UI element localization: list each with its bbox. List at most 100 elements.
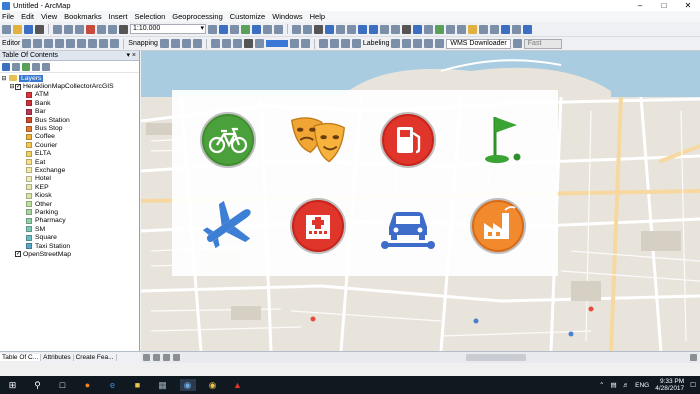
label-manager-icon[interactable] [391,39,401,48]
layer-item[interactable]: Hotel [0,175,139,183]
layer-item[interactable]: ELTA [0,150,139,158]
catalog-icon[interactable] [230,24,239,34]
menu-insert[interactable]: Insert [109,12,128,21]
minimize-icon[interactable]: – [628,0,652,11]
list-by-selection-icon[interactable] [32,62,40,71]
layer-symbol-swatch[interactable] [26,100,32,107]
python-icon[interactable] [263,24,272,34]
print-icon[interactable] [35,24,44,34]
layout-view-icon[interactable] [153,354,160,361]
undo-icon[interactable] [97,24,106,34]
pan-icon[interactable] [314,24,323,34]
layer-symbol-swatch[interactable] [26,133,32,140]
text-icon[interactable] [243,39,253,48]
attributes-icon[interactable] [88,39,98,48]
layer-symbol-swatch[interactable] [26,125,32,132]
cut-icon[interactable] [53,24,62,34]
sketch-tool-icon[interactable] [55,39,65,48]
tab-table-of-contents[interactable]: Table Of C... [0,354,42,361]
layer-symbol-swatch[interactable] [26,226,32,233]
basemap-visibility-checkbox[interactable]: ✓ [15,251,21,258]
tab-create-features[interactable]: Create Fea... [74,354,117,361]
layer-item[interactable]: Taxi Station [0,242,139,250]
rectify-icon[interactable] [340,39,350,48]
end-snapping-icon[interactable] [170,39,180,48]
open-icon[interactable] [13,24,22,34]
layer-item[interactable]: Exchange [0,166,139,174]
collapse-icon[interactable]: ⊟ [1,75,7,82]
new-document-icon[interactable] [2,24,11,34]
vertex-snapping-icon[interactable] [181,39,191,48]
zoom-in-icon[interactable] [292,24,301,34]
view-unplaced-icon[interactable] [424,39,434,48]
volume-icon[interactable]: ♬ [623,382,630,389]
swipe-icon[interactable] [512,24,521,34]
layer-symbol-swatch[interactable] [26,201,32,208]
layer-symbol-swatch[interactable] [26,243,32,249]
edge-snapping-icon[interactable] [192,39,202,48]
layer-icon[interactable] [329,39,339,48]
layer-symbol-swatch[interactable] [26,184,32,191]
viewer-window-icon[interactable] [501,24,510,34]
sketch-properties-icon[interactable] [99,39,109,48]
clock[interactable]: 9:33 PM 4/28/2017 [655,378,684,392]
wms-downloader-dropdown[interactable]: WMS Downloader [446,38,511,49]
fixed-zoom-out-icon[interactable] [347,24,356,34]
menu-help[interactable]: Help [310,12,325,21]
add-data-icon[interactable] [119,24,128,34]
layers-root[interactable]: ⊟ Layers [0,74,139,82]
find-route-icon[interactable] [435,24,444,34]
lock-labels-icon[interactable] [402,39,412,48]
layer-group[interactable]: ⊟ ✓ HeraklionMapCollectorArcGIS [0,82,139,90]
layer-symbol-swatch[interactable] [26,217,32,224]
go-to-xy-icon[interactable] [446,24,455,34]
data-view-icon[interactable] [143,354,150,361]
rotate-tool-icon[interactable] [77,39,87,48]
file-explorer-icon[interactable]: ■ [130,379,146,391]
arcmap-taskbar-icon[interactable]: ◉ [179,379,196,391]
edit-tool-icon[interactable] [22,39,32,48]
search-icon[interactable] [241,24,250,34]
layer-symbol-swatch[interactable] [26,175,32,182]
pause-drawing-icon[interactable] [173,354,180,361]
layer-symbol-swatch[interactable] [26,209,32,216]
menu-view[interactable]: View [41,12,57,21]
tab-attributes[interactable]: Attributes [41,354,74,361]
layer-item[interactable]: KEP [0,183,139,191]
basemap-layer[interactable]: ✓ OpenStreetMap [0,250,139,258]
layer-group-label[interactable]: HeraklionMapCollectorArcGIS [23,83,114,90]
layers-root-label[interactable]: Layers [19,74,44,82]
toc-options-icon[interactable] [42,62,50,71]
time-slider-icon[interactable] [490,24,499,34]
create-features-icon[interactable] [110,39,120,48]
model-builder-icon[interactable] [274,24,283,34]
layer-symbol-swatch[interactable] [26,192,32,199]
task-view-icon[interactable]: □ [55,379,71,391]
basemap-label[interactable]: OpenStreetMap [23,251,71,258]
font-icon[interactable] [254,39,264,48]
georeferencing-icon[interactable] [318,39,328,48]
layer-symbol-swatch[interactable] [26,150,32,157]
layer-item[interactable]: Bar [0,108,139,116]
forward-extent-icon[interactable] [369,24,378,34]
fill-color-swatch[interactable] [265,40,288,47]
layer-item[interactable]: Courier [0,141,139,149]
store-icon[interactable]: ▦ [155,379,171,391]
layer-item[interactable]: Parking [0,208,139,216]
network-icon[interactable]: ▤ [611,381,617,389]
maximize-icon[interactable]: □ [652,0,676,11]
layer-item[interactable]: ATM [0,91,139,99]
fixed-zoom-in-icon[interactable] [336,24,345,34]
back-extent-icon[interactable] [358,24,367,34]
menu-file[interactable]: File [2,12,14,21]
edge-icon[interactable]: e [105,379,121,391]
draw-select-icon[interactable] [210,39,220,48]
split-tool-icon[interactable] [66,39,76,48]
map-tip-icon[interactable] [523,24,532,34]
horizontal-scrollbar[interactable] [466,354,526,361]
start-icon[interactable]: ⊞ [5,379,21,391]
close-icon[interactable]: ✕ [676,0,700,11]
line-color-icon[interactable] [289,39,299,48]
identify-icon[interactable] [413,24,422,34]
edit-annotation-icon[interactable] [33,39,43,48]
